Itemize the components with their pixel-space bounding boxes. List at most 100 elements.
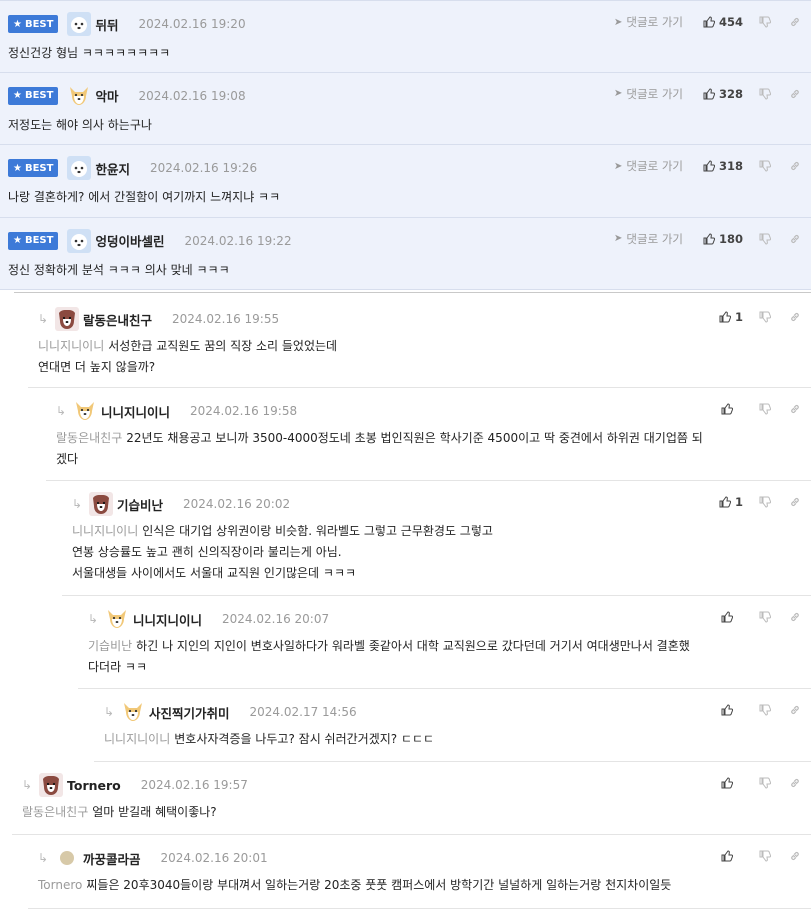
comment-text: 니니지니이니 인식은 대기업 상위권이랑 비슷함. 워라벨도 그렇고 근무환경도 …: [72, 524, 493, 580]
share-link-button[interactable]: [789, 233, 801, 245]
mention-tag[interactable]: 니니지니이니: [104, 732, 170, 746]
link-icon: [791, 705, 799, 715]
go-to-reply-link[interactable]: ➤ 댓글로 가기: [614, 86, 683, 102]
share-link-button[interactable]: [789, 611, 801, 623]
reply-comment: ↳ 니니지니이니 2024.02.16 20:07 기습비난 하긴 나 지인의 지…: [78, 596, 811, 689]
yellow-dog-icon: [121, 700, 145, 724]
white-dog-icon: [67, 228, 92, 253]
comment-text: 니니지니이니 변호사자격증을 나두고? 잠시 쉬러간거겠지? ㄷㄷㄷ: [104, 732, 435, 746]
like-button[interactable]: 318: [703, 159, 743, 173]
link-icon: [791, 497, 799, 507]
thumbs-up-icon: [703, 160, 715, 172]
share-link-button[interactable]: [789, 16, 801, 28]
brown-dog-icon: [55, 307, 79, 331]
thumbs-up-icon: [703, 87, 715, 99]
thumbs-up-icon: [721, 403, 733, 415]
comment-date: 2024.02.16 19:20: [138, 17, 246, 31]
like-button[interactable]: 1: [719, 310, 743, 324]
like-button[interactable]: [721, 704, 743, 716]
like-button[interactable]: 180: [703, 232, 743, 246]
like-button[interactable]: 454: [703, 15, 743, 29]
comment-text: 기습비난 하긴 나 지인의 지인이 변호사일하다가 워라벨 좆같아서 대학 교직원…: [88, 639, 690, 674]
comment-author[interactable]: 악마: [95, 86, 118, 105]
comment-author[interactable]: 니니지니이니: [133, 610, 202, 629]
link-icon: [791, 17, 799, 27]
mention-tag[interactable]: 기습비난: [88, 639, 132, 653]
comment-author[interactable]: 기습비난: [117, 495, 163, 514]
share-link-button[interactable]: [789, 160, 801, 172]
like-button[interactable]: [721, 850, 743, 862]
mention-tag[interactable]: 랄동은내친구: [56, 431, 122, 445]
thumbs-up-icon: [719, 311, 731, 323]
share-link-button[interactable]: [789, 496, 801, 508]
reply-comment: ↳ 랄동은내친구 2024.02.16 19:55 1 니니지니이니 서성한급 교…: [28, 296, 811, 388]
comment-text: 나랑 결혼하게? 에서 간절함이 여기까지 느껴지냐 ㅋㅋ: [8, 190, 281, 204]
thumbs-up-icon: [721, 850, 733, 862]
link-icon: [791, 312, 799, 322]
comment-date: 2024.02.16 19:55: [172, 312, 280, 326]
reply-arrow-icon: ↳: [38, 851, 49, 865]
yellow-dog-icon: [73, 399, 97, 423]
share-link-button[interactable]: [789, 850, 801, 862]
send-arrow-icon: ➤: [614, 160, 623, 172]
like-button[interactable]: 1: [719, 495, 743, 509]
comment-author[interactable]: 한윤지: [95, 159, 130, 178]
mention-tag[interactable]: 랄동은내친구: [22, 805, 88, 819]
dislike-button[interactable]: [759, 611, 771, 623]
share-link-button[interactable]: [789, 88, 801, 100]
like-button[interactable]: 328: [703, 87, 743, 101]
like-button[interactable]: [721, 403, 743, 415]
reply-arrow-icon: ↳: [22, 778, 33, 792]
dislike-button[interactable]: [759, 496, 771, 508]
comment-author[interactable]: 니니지니이니: [101, 402, 170, 421]
mention-tag[interactable]: 니니지니이니: [72, 524, 138, 538]
reply-comment: ↳ 기습비난 2024.02.16 20:02 1 니니지니이니 인식은 대기업 …: [62, 481, 811, 596]
dislike-button[interactable]: [759, 16, 771, 28]
thumbs-down-icon: [759, 233, 771, 245]
comment-author[interactable]: 사진찍기가취미: [149, 703, 230, 722]
reply-comment: ↳ Tornero 2024.02.16 19:57 랄동은내친구 얼마 받길래 …: [12, 762, 811, 835]
thumbs-up-icon: [719, 496, 731, 508]
link-icon: [791, 612, 799, 622]
link-icon: [791, 89, 799, 98]
dislike-button[interactable]: [759, 160, 771, 172]
dislike-button[interactable]: [759, 403, 771, 415]
link-icon: [791, 234, 799, 243]
comment-author[interactable]: 뒤뒤: [95, 15, 118, 34]
share-link-button[interactable]: [789, 311, 801, 323]
share-link-button[interactable]: [789, 403, 801, 415]
dislike-button[interactable]: [759, 850, 771, 862]
share-link-button[interactable]: [789, 777, 801, 789]
dislike-button[interactable]: [759, 311, 771, 323]
thumbs-up-icon: [721, 704, 733, 716]
best-comment: ★ BEST 뒤뒤 2024.02.16 19:20 ➤ 댓글로 가기 454 정신…: [0, 0, 811, 73]
star-icon: ★: [13, 162, 22, 174]
go-to-reply-link[interactable]: ➤ 댓글로 가기: [614, 158, 683, 174]
mention-tag[interactable]: Tornero: [38, 878, 82, 892]
reply-arrow-icon: ↳: [56, 404, 67, 418]
comment-author[interactable]: 엉덩이바셀린: [95, 231, 164, 250]
best-comment-list: ★ BEST 뒤뒤 2024.02.16 19:20 ➤ 댓글로 가기 454 정신…: [0, 0, 811, 290]
dislike-button[interactable]: [759, 777, 771, 789]
go-to-reply-link[interactable]: ➤ 댓글로 가기: [614, 14, 683, 30]
comment-date: 2024.02.16 19:08: [138, 88, 246, 103]
comment-author[interactable]: 까꿍콜라곰: [83, 849, 141, 868]
dislike-button[interactable]: [759, 704, 771, 716]
circle-avatar-icon: [55, 846, 79, 870]
thumbs-down-icon: [759, 88, 771, 100]
comment-author[interactable]: Tornero: [67, 778, 121, 793]
comment-date: 2024.02.16 19:26: [149, 161, 258, 175]
share-link-button[interactable]: [789, 704, 801, 716]
thumbs-down-icon: [759, 777, 771, 789]
thumbs-down-icon: [759, 496, 771, 508]
dislike-button[interactable]: [759, 88, 771, 100]
best-badge: ★ BEST: [8, 231, 59, 250]
like-button[interactable]: [721, 611, 743, 623]
go-to-reply-link[interactable]: ➤ 댓글로 가기: [614, 231, 683, 247]
reply-arrow-icon: ↳: [38, 312, 49, 326]
comment-author[interactable]: 랄동은내친구: [83, 310, 152, 329]
like-button[interactable]: [721, 777, 743, 789]
dislike-button[interactable]: [759, 233, 771, 245]
mention-tag[interactable]: 니니지니이니: [38, 339, 104, 353]
thumbs-up-icon: [703, 16, 715, 28]
